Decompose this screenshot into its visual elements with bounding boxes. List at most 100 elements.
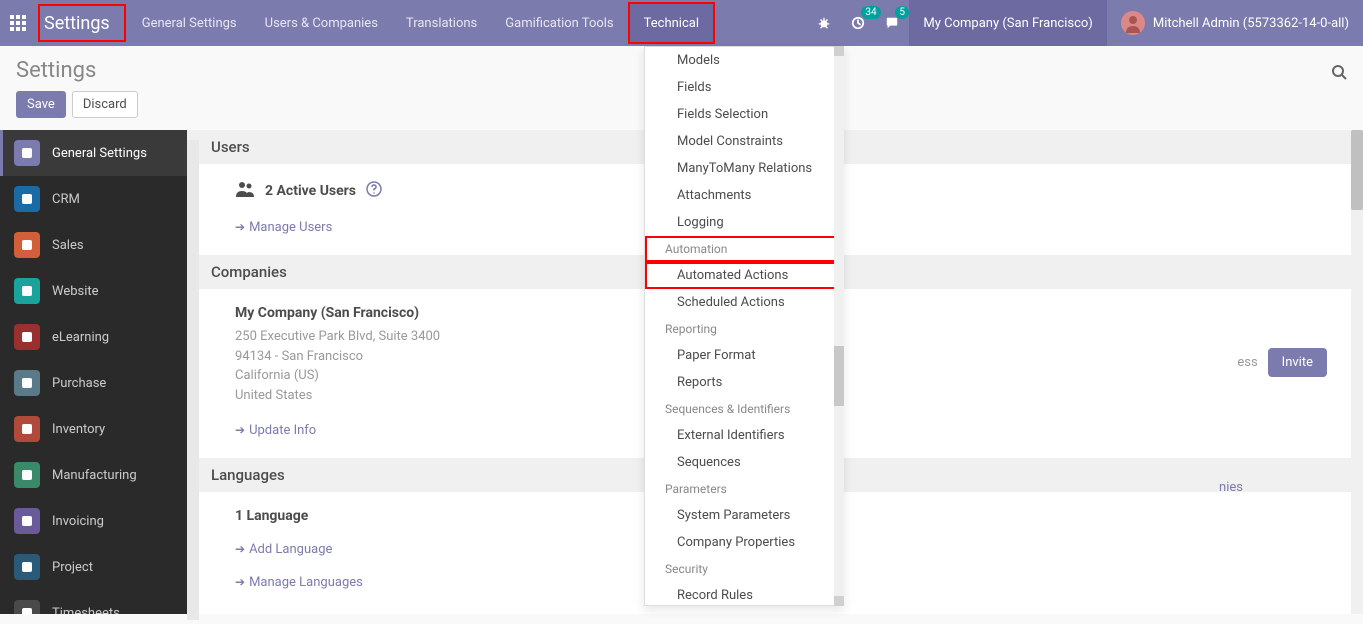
topbar: Settings General Settings Users & Compan… [0, 0, 1363, 46]
debug-icon[interactable] [807, 0, 841, 46]
users-count-label: 2 Active Users [265, 183, 356, 199]
module-icon [14, 324, 40, 350]
add-language-link[interactable]: ➔ Add Language [235, 542, 332, 557]
scrollbar-arrow-up[interactable] [834, 46, 844, 56]
update-info-label: Update Info [249, 423, 316, 438]
module-icon [14, 186, 40, 212]
module-icon [14, 370, 40, 396]
arrow-right-icon: ➔ [235, 575, 245, 589]
dd-item-paper-format[interactable]: Paper Format [645, 342, 843, 369]
sidebar-item-manufacturing[interactable]: Manufacturing [0, 452, 187, 498]
dd-section-automation: Automation [645, 236, 843, 262]
manage-companies-partial[interactable]: nies [1219, 480, 1243, 495]
sidebar-label: Manufacturing [52, 468, 137, 483]
sidebar-item-project[interactable]: Project [0, 544, 187, 590]
users-icon [235, 180, 255, 202]
dd-item-external-identifiers[interactable]: External Identifiers [645, 422, 843, 449]
sidebar-item-crm[interactable]: CRM [0, 176, 187, 222]
dd-item-manytomany-relations[interactable]: ManyToMany Relations [645, 155, 843, 182]
brand-title[interactable]: Settings [38, 4, 126, 42]
content-scrollbar[interactable] [1351, 130, 1363, 614]
dd-item-model-constraints[interactable]: Model Constraints [645, 128, 843, 155]
dd-item-sequences[interactable]: Sequences [645, 449, 843, 476]
arrow-right-icon: ➔ [235, 542, 245, 556]
scrollbar-thumb-dd[interactable] [834, 346, 844, 406]
activity-icon[interactable]: 34 [841, 0, 875, 46]
invite-input-partial[interactable]: ess [1237, 355, 1257, 370]
sidebar-item-sales[interactable]: Sales [0, 222, 187, 268]
manage-users-link[interactable]: ➔ Manage Users [235, 220, 332, 235]
nav-technical[interactable]: Technical [628, 2, 715, 44]
scrollbar-thumb[interactable] [1351, 130, 1363, 210]
nav-menu: General Settings Users & Companies Trans… [128, 0, 715, 46]
sidebar-item-general-settings[interactable]: General Settings [0, 130, 187, 176]
arrow-right-icon: ➔ [235, 423, 245, 437]
sidebar-label: eLearning [52, 330, 109, 345]
dd-section-reporting: Reporting [645, 316, 843, 342]
content-left-scrollbar[interactable] [187, 140, 199, 620]
sidebar-item-elearning[interactable]: eLearning [0, 314, 187, 360]
user-name: Mitchell Admin (5573362-14-0-all) [1153, 16, 1349, 31]
dd-item-fields-selection[interactable]: Fields Selection [645, 101, 843, 128]
dropdown-scrollbar[interactable] [834, 46, 844, 606]
dd-item-scheduled-actions[interactable]: Scheduled Actions [645, 289, 843, 316]
dd-item-logging[interactable]: Logging [645, 209, 843, 236]
sidebar-item-inventory[interactable]: Inventory [0, 406, 187, 452]
sidebar-label: Timesheets [52, 606, 120, 615]
invite-row: ess Invite [1237, 348, 1327, 377]
sidebar-label: Sales [52, 238, 84, 253]
module-icon [14, 554, 40, 580]
dd-item-system-parameters[interactable]: System Parameters [645, 502, 843, 529]
messaging-icon[interactable]: 5 [875, 0, 909, 46]
dd-item-record-rules[interactable]: Record Rules [645, 582, 843, 606]
sidebar-label: Inventory [52, 422, 105, 437]
messaging-badge: 5 [895, 6, 909, 19]
module-icon [14, 416, 40, 442]
sidebar-item-purchase[interactable]: Purchase [0, 360, 187, 406]
dd-item-automated-actions[interactable]: Automated Actions [645, 262, 843, 289]
module-icon [14, 600, 40, 614]
module-icon [14, 508, 40, 534]
module-icon [14, 232, 40, 258]
help-icon[interactable] [366, 181, 382, 201]
search-icon[interactable] [1331, 64, 1347, 84]
sidebar-label: Invoicing [52, 514, 104, 529]
nav-gamification[interactable]: Gamification Tools [491, 0, 627, 46]
user-menu[interactable]: Mitchell Admin (5573362-14-0-all) [1107, 0, 1363, 46]
sidebar-item-invoicing[interactable]: Invoicing [0, 498, 187, 544]
dd-item-models[interactable]: Models [645, 47, 843, 74]
dd-section-security: Security [645, 556, 843, 582]
nav-general-settings[interactable]: General Settings [128, 0, 251, 46]
module-icon [14, 278, 40, 304]
dd-item-company-properties[interactable]: Company Properties [645, 529, 843, 556]
invite-button[interactable]: Invite [1268, 348, 1327, 377]
topbar-right: 34 5 My Company (San Francisco) Mitchell… [807, 0, 1363, 46]
manage-users-label: Manage Users [249, 220, 332, 235]
manage-languages-link[interactable]: ➔ Manage Languages [235, 575, 363, 590]
dd-item-reports[interactable]: Reports [645, 369, 843, 396]
sidebar: General Settings CRM Sales Website eLearning… [0, 130, 187, 614]
nav-translations[interactable]: Translations [392, 0, 491, 46]
sidebar-label: Website [52, 284, 99, 299]
sidebar-item-timesheets[interactable]: Timesheets [0, 590, 187, 614]
dd-section-sequences-identifiers: Sequences & Identifiers [645, 396, 843, 422]
avatar-icon [1121, 11, 1145, 35]
module-icon [14, 140, 40, 166]
sidebar-label: Project [52, 560, 93, 575]
module-icon [14, 462, 40, 488]
nav-users-companies[interactable]: Users & Companies [251, 0, 392, 46]
scrollbar-arrow-down[interactable] [834, 596, 844, 606]
apps-icon[interactable] [0, 0, 36, 46]
save-button[interactable]: Save [16, 91, 66, 118]
dd-item-attachments[interactable]: Attachments [645, 182, 843, 209]
sidebar-label: Purchase [52, 376, 106, 391]
discard-button[interactable]: Discard [72, 91, 138, 118]
technical-dropdown: ModelsFieldsFields SelectionModel Constr… [644, 46, 844, 606]
sidebar-label: CRM [52, 192, 80, 207]
sidebar-item-website[interactable]: Website [0, 268, 187, 314]
dd-section-parameters: Parameters [645, 476, 843, 502]
dd-item-fields[interactable]: Fields [645, 74, 843, 101]
update-info-link[interactable]: ➔ Update Info [235, 423, 316, 438]
company-selector[interactable]: My Company (San Francisco) [909, 0, 1106, 46]
arrow-right-icon: ➔ [235, 220, 245, 234]
